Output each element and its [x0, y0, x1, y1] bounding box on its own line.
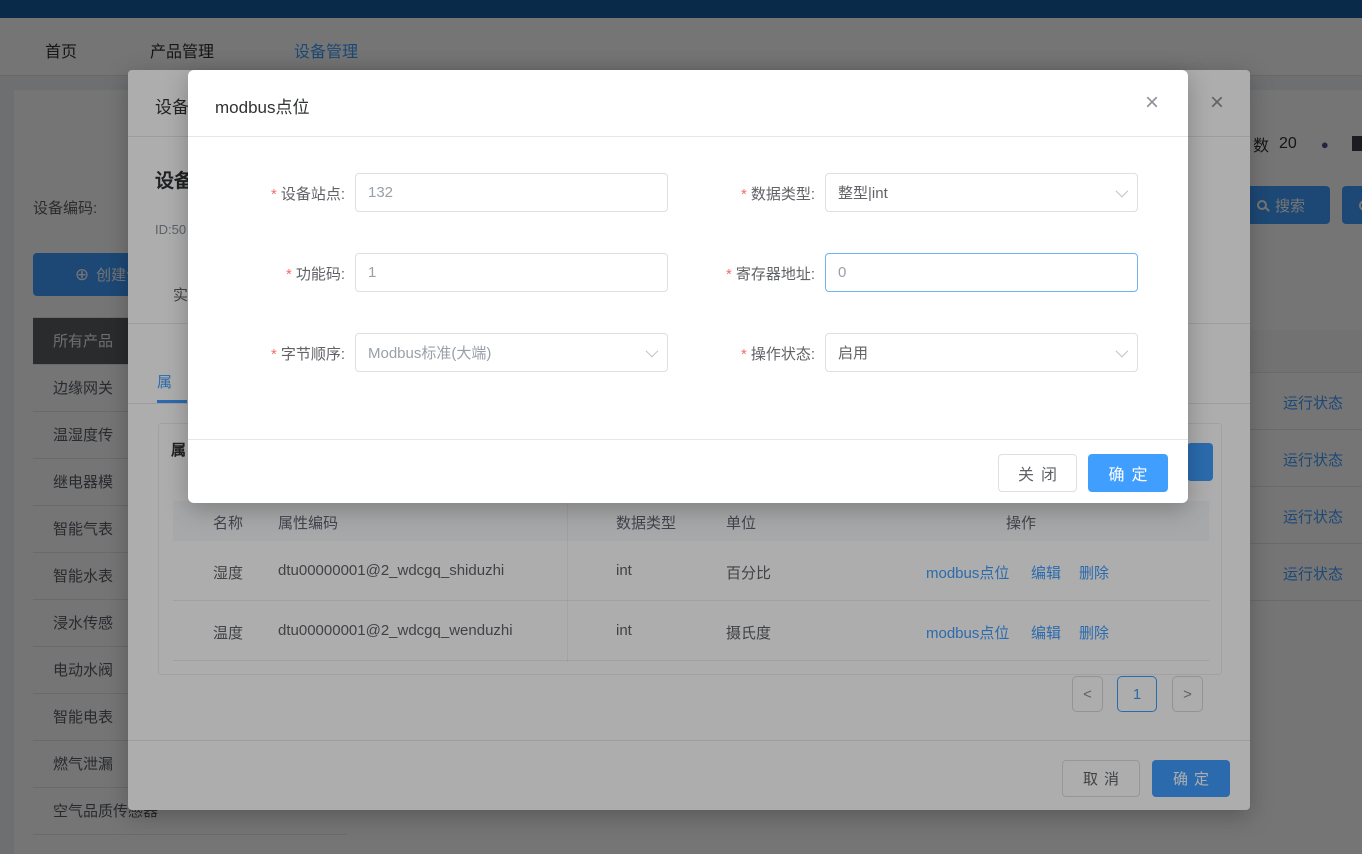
- byteorder-select[interactable]: Modbus标准(大端): [355, 333, 668, 372]
- modbus-modal-title: modbus点位: [215, 93, 309, 118]
- station-label: *设备站点:: [228, 183, 345, 204]
- chevron-down-icon: [1116, 345, 1129, 358]
- close-button[interactable]: 关闭: [998, 454, 1077, 492]
- screen: 首页 产品管理 设备管理 设备编码: ⊕ 创建设 所有产品 边缘网关 温湿度传 …: [0, 0, 1362, 854]
- close-icon[interactable]: ×: [1135, 86, 1169, 120]
- divider: [188, 439, 1188, 440]
- funccode-input[interactable]: [355, 253, 668, 292]
- modbus-modal-header: modbus点位 ×: [188, 70, 1188, 137]
- chevron-down-icon: [1116, 185, 1129, 198]
- station-input[interactable]: [355, 173, 668, 212]
- datatype-label: *数据类型:: [668, 183, 815, 204]
- modbus-point-modal: modbus点位 × *设备站点: *数据类型: 整型|int *功能码: *寄…: [188, 70, 1188, 503]
- opstatus-select[interactable]: 启用: [825, 333, 1138, 372]
- chevron-down-icon: [646, 345, 659, 358]
- confirm-button[interactable]: 确定: [1088, 454, 1168, 492]
- byteorder-label: *字节顺序:: [228, 343, 345, 364]
- register-input[interactable]: [825, 253, 1138, 292]
- register-label: *寄存器地址:: [668, 263, 815, 284]
- datatype-select[interactable]: 整型|int: [825, 173, 1138, 212]
- opstatus-label: *操作状态:: [668, 343, 815, 364]
- funccode-label: *功能码:: [228, 263, 345, 284]
